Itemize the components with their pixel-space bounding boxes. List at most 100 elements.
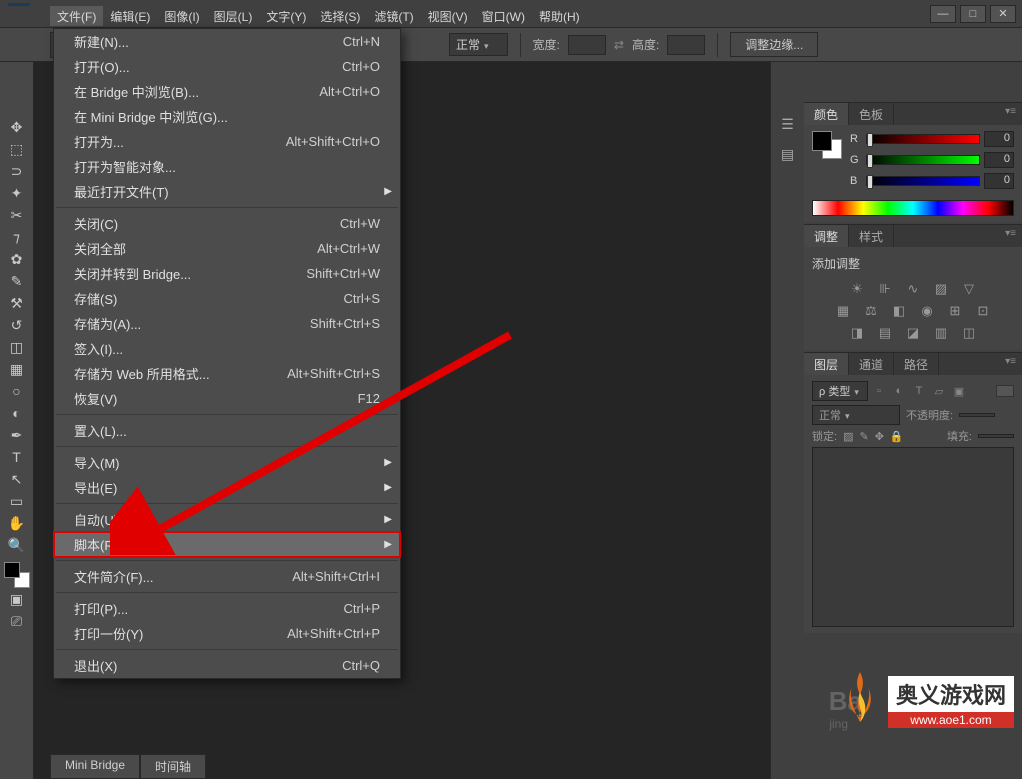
menu-item[interactable]: 导出(E)▶ <box>54 475 400 500</box>
history-brush-tool[interactable]: ↺ <box>5 314 29 336</box>
filter-shape-icon[interactable]: ▱ <box>932 384 946 398</box>
menu-item[interactable]: 在 Bridge 中浏览(B)...Alt+Ctrl+O <box>54 79 400 104</box>
menu-item[interactable]: 打印(P)...Ctrl+P <box>54 596 400 621</box>
menu-8[interactable]: 窗口(W) <box>475 6 532 26</box>
menu-4[interactable]: 文字(Y) <box>259 6 313 26</box>
menu-1[interactable]: 编辑(E) <box>103 6 157 26</box>
color-swatches[interactable] <box>4 562 30 588</box>
lock-all-icon[interactable]: 🔒 <box>890 430 904 443</box>
wand-tool[interactable]: ✦ <box>5 182 29 204</box>
eyedropper-tool[interactable]: ⁊ <box>5 226 29 248</box>
filter-adjust-icon[interactable]: ◐ <box>892 384 906 398</box>
move-tool[interactable]: ✥ <box>5 116 29 138</box>
panel-menu-icon[interactable]: ▾≡ <box>999 353 1022 375</box>
gradient-tool[interactable]: ▦ <box>5 358 29 380</box>
menu-3[interactable]: 图层(L) <box>207 6 260 26</box>
fill-input[interactable] <box>978 434 1014 438</box>
eraser-tool[interactable]: ◫ <box>5 336 29 358</box>
blur-tool[interactable]: ○ <box>5 380 29 402</box>
r-value[interactable]: 0 <box>984 131 1014 147</box>
menu-item[interactable]: 关闭并转到 Bridge...Shift+Ctrl+W <box>54 261 400 286</box>
menu-0[interactable]: 文件(F) <box>50 6 103 26</box>
menu-item[interactable]: 打开为智能对象... <box>54 154 400 179</box>
menu-item[interactable]: 在 Mini Bridge 中浏览(G)... <box>54 104 400 129</box>
pen-tool[interactable]: ✒ <box>5 424 29 446</box>
heal-tool[interactable]: ✿ <box>5 248 29 270</box>
tab-paths[interactable]: 路径 <box>894 353 939 375</box>
filter-smart-icon[interactable]: ▣ <box>952 384 966 398</box>
menu-5[interactable]: 选择(S) <box>313 6 367 26</box>
zoom-tool[interactable]: 🔍 <box>5 534 29 556</box>
hand-tool[interactable]: ✋ <box>5 512 29 534</box>
adj-hue-icon[interactable]: ▦ <box>834 303 852 319</box>
lock-trans-icon[interactable]: ▨ <box>843 430 853 443</box>
adj-threshold-icon[interactable]: ◪ <box>904 325 922 341</box>
menu-item[interactable]: 存储(S)Ctrl+S <box>54 286 400 311</box>
filter-toggle[interactable] <box>996 385 1014 397</box>
tab-timeline[interactable]: 时间轴 <box>140 754 206 779</box>
path-tool[interactable]: ↖ <box>5 468 29 490</box>
swap-icon[interactable]: ⇄ <box>614 38 624 52</box>
opacity-input[interactable] <box>959 413 995 417</box>
lock-paint-icon[interactable]: ✎ <box>859 430 868 443</box>
tab-layers[interactable]: 图层 <box>804 353 849 375</box>
dodge-tool[interactable]: ◐ <box>5 402 29 424</box>
adj-curves-icon[interactable]: ∿ <box>904 281 922 297</box>
b-slider[interactable] <box>866 176 980 186</box>
filter-type-icon[interactable]: T <box>912 384 926 398</box>
menu-7[interactable]: 视图(V) <box>421 6 475 26</box>
minimize-button[interactable]: — <box>930 5 956 23</box>
menu-item[interactable]: 关闭全部Alt+Ctrl+W <box>54 236 400 261</box>
menu-item[interactable]: 打印一份(Y)Alt+Shift+Ctrl+P <box>54 621 400 646</box>
panel-fg-swatch[interactable] <box>812 131 832 151</box>
menu-item[interactable]: 存储为 Web 所用格式...Alt+Shift+Ctrl+S <box>54 361 400 386</box>
tab-adjustments[interactable]: 调整 <box>804 225 849 247</box>
adj-vibrance-icon[interactable]: ▽ <box>960 281 978 297</box>
crop-tool[interactable]: ✂ <box>5 204 29 226</box>
fg-color-swatch[interactable] <box>4 562 20 578</box>
maximize-button[interactable]: □ <box>960 5 986 23</box>
tab-styles[interactable]: 样式 <box>849 225 894 247</box>
brush-tool[interactable]: ✎ <box>5 270 29 292</box>
menu-item[interactable]: 签入(I)... <box>54 336 400 361</box>
b-value[interactable]: 0 <box>984 173 1014 189</box>
menu-9[interactable]: 帮助(H) <box>532 6 587 26</box>
menu-item[interactable]: 存储为(A)...Shift+Ctrl+S <box>54 311 400 336</box>
adj-balance-icon[interactable]: ⚖ <box>862 303 880 319</box>
quickmask-tool[interactable]: ▣ <box>5 588 29 610</box>
menu-item[interactable]: 文件简介(F)...Alt+Shift+Ctrl+I <box>54 564 400 589</box>
shape-tool[interactable]: ▭ <box>5 490 29 512</box>
refine-edge-button[interactable]: 调整边缘... <box>730 32 818 57</box>
tab-swatches[interactable]: 色板 <box>849 103 894 125</box>
stamp-tool[interactable]: ⚒ <box>5 292 29 314</box>
g-slider[interactable] <box>866 155 980 165</box>
filter-pixel-icon[interactable]: ▫ <box>872 384 886 398</box>
panel-menu-icon[interactable]: ▾≡ <box>999 103 1022 125</box>
adj-exposure-icon[interactable]: ▨ <box>932 281 950 297</box>
menu-item[interactable]: 脚本(R)▶ <box>54 532 400 557</box>
adj-mixer-icon[interactable]: ⊞ <box>946 303 964 319</box>
type-tool[interactable]: T <box>5 446 29 468</box>
adj-poster-icon[interactable]: ▤ <box>876 325 894 341</box>
menu-6[interactable]: 滤镜(T) <box>367 6 420 26</box>
blend-select[interactable]: 正常 <box>449 33 508 56</box>
menu-item[interactable]: 最近打开文件(T)▶ <box>54 179 400 204</box>
adj-invert-icon[interactable]: ◨ <box>848 325 866 341</box>
g-value[interactable]: 0 <box>984 152 1014 168</box>
adj-gradient-icon[interactable]: ▥ <box>932 325 950 341</box>
r-slider[interactable] <box>866 134 980 144</box>
panel-menu-icon[interactable]: ▾≡ <box>999 225 1022 247</box>
blend-mode-select[interactable]: 正常 <box>812 405 900 425</box>
tab-channels[interactable]: 通道 <box>849 353 894 375</box>
menu-item[interactable]: 置入(L)... <box>54 418 400 443</box>
tab-minibridge[interactable]: Mini Bridge <box>50 754 140 779</box>
lasso-tool[interactable]: ⊃ <box>5 160 29 182</box>
adj-brightness-icon[interactable]: ☀ <box>848 281 866 297</box>
menu-item[interactable]: 退出(X)Ctrl+Q <box>54 653 400 678</box>
width-input[interactable] <box>568 35 606 55</box>
adj-levels-icon[interactable]: ⊪ <box>876 281 894 297</box>
layer-filter-select[interactable]: ρ 类型 <box>812 381 868 401</box>
menu-item[interactable]: 关闭(C)Ctrl+W <box>54 211 400 236</box>
layers-list[interactable] <box>812 447 1014 627</box>
height-input[interactable] <box>667 35 705 55</box>
